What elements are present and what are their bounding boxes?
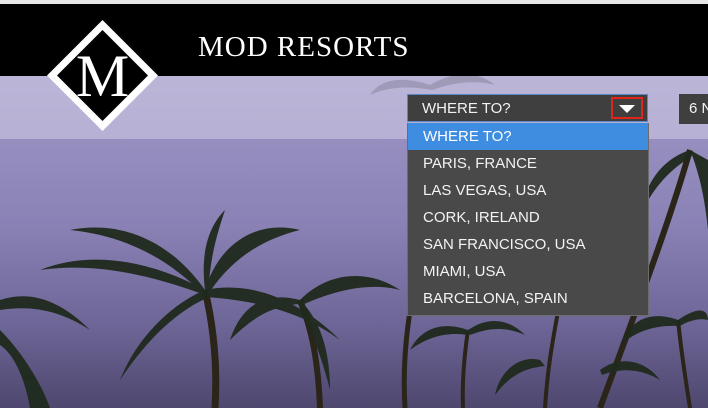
destination-option[interactable]: PARIS, FRANCE (408, 150, 648, 177)
dropdown-toggle-button[interactable] (611, 97, 643, 119)
guests-select[interactable]: 6 N (679, 94, 708, 124)
destination-option[interactable]: MIAMI, USA (408, 258, 648, 285)
destination-option[interactable]: SAN FRANCISCO, USA (408, 231, 648, 258)
destination-option[interactable]: BARCELONA, SPAIN (408, 285, 648, 312)
destination-option[interactable]: WHERE TO? (408, 123, 648, 150)
caret-down-icon (619, 105, 635, 113)
destination-dropdown-list: WHERE TO? PARIS, FRANCE LAS VEGAS, USA C… (407, 123, 649, 316)
logo-letter: M (76, 43, 129, 109)
destination-option[interactable]: CORK, IRELAND (408, 204, 648, 231)
destination-select[interactable]: WHERE TO? (407, 94, 648, 122)
brand-name[interactable]: MOD RESORTS (198, 31, 410, 63)
diamond-logo-icon[interactable]: M (47, 20, 158, 131)
destination-option[interactable]: LAS VEGAS, USA (408, 177, 648, 204)
destination-selected-value: WHERE TO? (422, 100, 511, 117)
